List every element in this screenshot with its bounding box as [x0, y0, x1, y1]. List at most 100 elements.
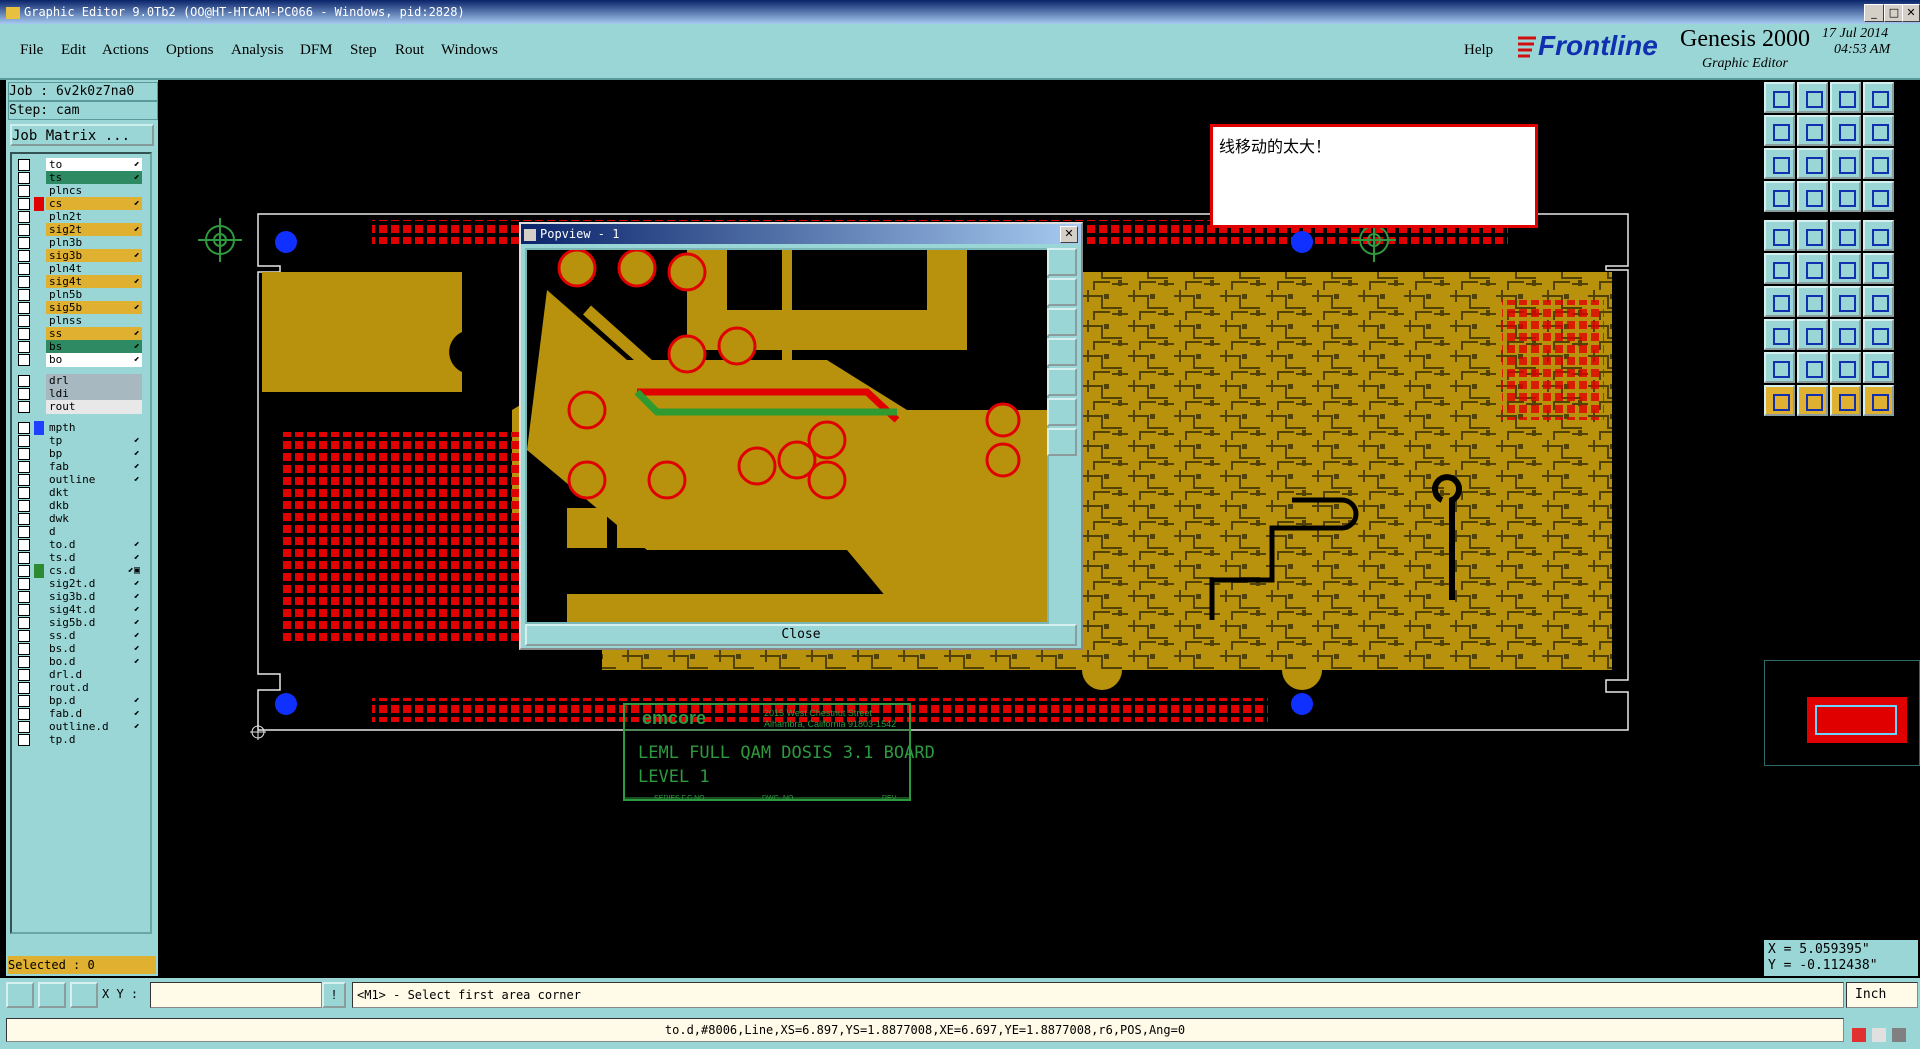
layer-checkbox[interactable] — [18, 302, 30, 314]
arc-icon[interactable] — [1830, 286, 1861, 317]
layer-row-plncs[interactable]: plncs — [16, 184, 142, 198]
layer-checkbox[interactable] — [18, 435, 30, 447]
netlist-icon[interactable] — [1863, 181, 1894, 212]
angle-icon[interactable] — [1764, 286, 1795, 317]
layer-name[interactable]: drl.d — [46, 668, 142, 682]
edit-line-icon[interactable] — [1797, 286, 1828, 317]
layer-name[interactable]: sig2t ⬋ — [46, 223, 142, 237]
layer-row-ldi[interactable]: ldi — [16, 387, 142, 401]
layer-checkbox[interactable] — [18, 474, 30, 486]
overview-viewport[interactable] — [1815, 705, 1897, 735]
measure-icon[interactable] — [1830, 181, 1861, 212]
layer-row-sig3b-d[interactable]: sig3b.d ⬋ — [16, 590, 142, 604]
layer-checkbox[interactable] — [18, 211, 30, 223]
layer-checkbox[interactable] — [18, 289, 30, 301]
layer-checkbox[interactable] — [18, 643, 30, 655]
layer-row-outline[interactable]: outline ⬋ — [16, 473, 142, 487]
cut-icon[interactable] — [1797, 319, 1828, 350]
grid-icon[interactable] — [70, 982, 98, 1008]
snap-icon[interactable] — [6, 982, 34, 1008]
help-icon[interactable] — [1863, 148, 1894, 179]
layer-name[interactable]: ts.d ⬋ — [46, 551, 142, 565]
layer-row-pln2t[interactable]: pln2t — [16, 210, 142, 224]
layer-checkbox[interactable] — [18, 354, 30, 366]
copy-icon[interactable] — [1863, 253, 1894, 284]
layer-name[interactable]: plnss — [46, 314, 142, 328]
layer-row-sig3b[interactable]: sig3b ⬋ — [16, 249, 142, 263]
layer-name[interactable]: sig3b ⬋ — [46, 249, 142, 263]
layer-checkbox[interactable] — [18, 617, 30, 629]
layer-name[interactable]: cs.d ⬋▣ — [46, 564, 142, 578]
layer-row-sig5b[interactable]: sig5b ⬋ — [16, 301, 142, 315]
cross-icon[interactable] — [1797, 253, 1828, 284]
layer-name[interactable]: pln4t — [46, 262, 142, 276]
layer-row-ss[interactable]: ss ⬋ — [16, 327, 142, 341]
layer-row-sig2t[interactable]: sig2t ⬋ — [16, 223, 142, 237]
add-line-icon[interactable] — [1797, 220, 1828, 251]
select-icon[interactable] — [1764, 319, 1795, 350]
layer-name[interactable]: pln2t — [46, 210, 142, 224]
popview-close-button[interactable]: Close — [525, 624, 1077, 646]
layer-checkbox[interactable] — [18, 375, 30, 387]
layer-checkbox[interactable] — [18, 237, 30, 249]
layer-checkbox[interactable] — [18, 513, 30, 525]
popview-zoom-in-icon[interactable] — [1047, 278, 1077, 306]
open-step-icon[interactable] — [1764, 82, 1795, 113]
layer-checkbox[interactable] — [18, 682, 30, 694]
layer-checkbox[interactable] — [18, 341, 30, 353]
layer-checkbox[interactable] — [18, 461, 30, 473]
layer-checkbox[interactable] — [18, 198, 30, 210]
layer-name[interactable]: tp.d — [46, 733, 142, 747]
layer-row-fab[interactable]: fab ⬋ — [16, 460, 142, 474]
layer-name[interactable]: bs ⬋ — [46, 340, 142, 354]
popview-close-icon[interactable]: ✕ — [1060, 226, 1078, 243]
layer-row-drl[interactable]: drl — [16, 374, 142, 388]
popview-pan-left-icon[interactable] — [1047, 338, 1077, 366]
menu-analysis[interactable]: Analysis — [231, 42, 284, 59]
layer-checkbox[interactable] — [18, 591, 30, 603]
layer-name[interactable]: d — [46, 525, 142, 539]
layer-checkbox[interactable] — [18, 695, 30, 707]
layer-row-to-d[interactable]: to.d ⬋ — [16, 538, 142, 552]
layer-checkbox[interactable] — [18, 448, 30, 460]
layer-row-bo-d[interactable]: bo.d ⬋ — [16, 655, 142, 669]
layer-name[interactable]: sig4t ⬋ — [46, 275, 142, 289]
layer-name[interactable]: sig2t.d ⬋ — [46, 577, 142, 591]
layer-checkbox[interactable] — [18, 328, 30, 340]
add-text-icon[interactable] — [1830, 220, 1861, 251]
layer-name[interactable]: to.d ⬋ — [46, 538, 142, 552]
maximize-button[interactable]: □ — [1884, 4, 1904, 22]
zoom-redraw-icon[interactable] — [1863, 115, 1894, 146]
layer-row-bp[interactable]: bp ⬋ — [16, 447, 142, 461]
layer-name[interactable]: rout.d — [46, 681, 142, 695]
layer-checkbox[interactable] — [18, 422, 30, 434]
layer-name[interactable]: ts ⬋ — [46, 171, 142, 185]
layer-name[interactable]: rout — [46, 400, 142, 414]
measure-icon[interactable] — [38, 982, 66, 1008]
layer-row-pln4t[interactable]: pln4t — [16, 262, 142, 276]
pointer-rotate-icon[interactable] — [1830, 385, 1861, 416]
layer-row-ss-d[interactable]: ss.d ⬋ — [16, 629, 142, 643]
layer-row-to[interactable]: to ⬋ — [16, 158, 142, 172]
save-icon[interactable] — [1797, 82, 1828, 113]
fill-icon[interactable] — [1797, 181, 1828, 212]
layer-checkbox[interactable] — [18, 578, 30, 590]
layer-row-plnss[interactable]: plnss — [16, 314, 142, 328]
layer-name[interactable]: sig5b.d ⬋ — [46, 616, 142, 630]
layer-name[interactable]: cs ⬋ — [46, 197, 142, 211]
popview-home-icon[interactable] — [1047, 428, 1077, 456]
layer-checkbox[interactable] — [18, 526, 30, 538]
menu-step[interactable]: Step — [350, 42, 377, 59]
home-icon[interactable] — [1830, 82, 1861, 113]
menu-help[interactable]: Help — [1464, 42, 1493, 59]
layer-name[interactable]: ss.d ⬋ — [46, 629, 142, 643]
layer-name[interactable]: dwk — [46, 512, 142, 526]
layer-row-cs-d[interactable]: cs.d ⬋▣ — [16, 564, 142, 578]
layer-row-pln5b[interactable]: pln5b — [16, 288, 142, 302]
layer-name[interactable]: fab ⬋ — [46, 460, 142, 474]
layer-checkbox[interactable] — [18, 159, 30, 171]
layer-checkbox[interactable] — [18, 552, 30, 564]
mirror-icon[interactable] — [1863, 286, 1894, 317]
add-surface-icon[interactable] — [1863, 220, 1894, 251]
layer-name[interactable]: outline ⬋ — [46, 473, 142, 487]
